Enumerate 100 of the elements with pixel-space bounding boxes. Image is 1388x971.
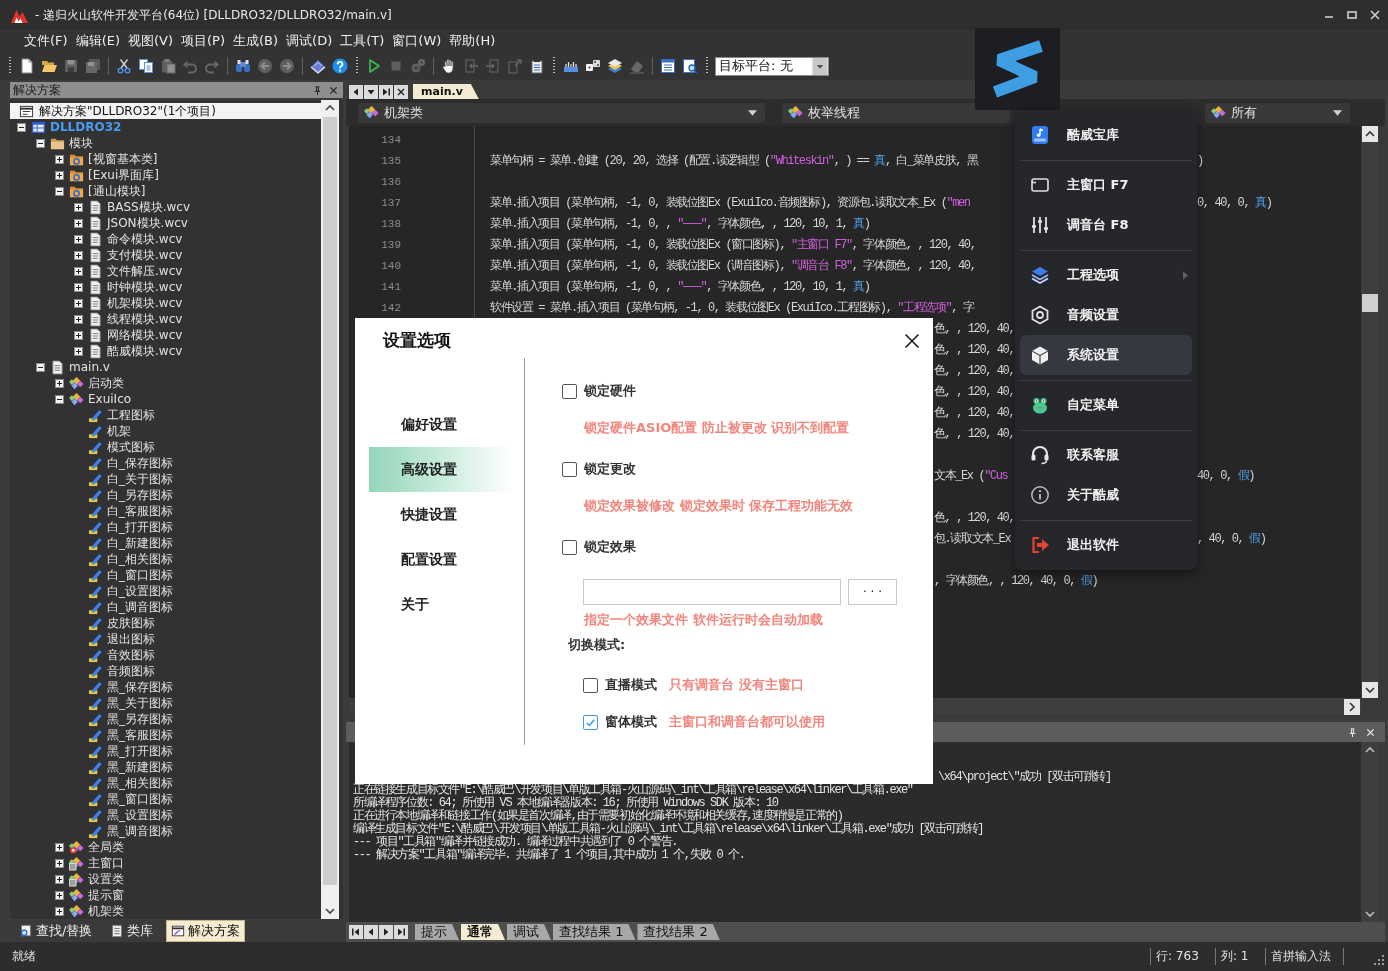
tree-item[interactable]: 启动类 (55, 375, 124, 391)
menu-item[interactable]: 项目(P) (177, 31, 229, 51)
filter-dropdown[interactable]: 所有 (1205, 102, 1350, 123)
panel-tab[interactable]: 类库 (105, 920, 159, 942)
scrollbar[interactable] (1361, 742, 1379, 922)
expander-toggle[interactable] (17, 122, 26, 132)
tree-item[interactable]: 时钟模块.wcv (74, 279, 183, 295)
tree-item[interactable]: 音效图标 (74, 647, 155, 663)
expander-toggle[interactable] (74, 202, 83, 212)
browse-button[interactable]: · · · (848, 579, 897, 605)
tree-item[interactable]: 黑_窗口图标 (74, 791, 173, 807)
output-tab[interactable]: 通常 (461, 924, 505, 940)
expander-toggle[interactable] (74, 250, 83, 260)
class-dropdown[interactable]: 机架类 (358, 102, 765, 123)
tree-item[interactable]: ExuiIco (55, 391, 132, 407)
expander-toggle[interactable] (55, 378, 64, 388)
output-tab[interactable]: 调试 (507, 924, 551, 940)
scrollbar-thumb[interactable] (323, 117, 337, 885)
output-tab[interactable]: 查找结果 1 (553, 924, 636, 940)
tree-item[interactable]: 黑_客服图标 (74, 727, 173, 743)
tree-item[interactable]: DLLDRO32 (17, 119, 122, 135)
hand-icon[interactable] (441, 58, 457, 74)
expander-toggle[interactable] (36, 138, 45, 148)
tree-item[interactable]: 黑_关于图标 (74, 695, 173, 711)
menu-item[interactable]: 音频设置 (1020, 295, 1192, 335)
tree-item[interactable]: 黑_保存图标 (74, 679, 173, 695)
tree-item[interactable]: 命令模块.wcv (74, 231, 183, 247)
nav-item[interactable]: 偏好设置 (369, 402, 512, 447)
tree-item[interactable]: 支付模块.wcv (74, 247, 183, 263)
list-window-icon[interactable] (660, 58, 676, 74)
tree-item[interactable]: 白_新建图标 (74, 535, 173, 551)
scrollbar[interactable] (321, 100, 339, 919)
tree-item[interactable]: 文件解压.wcv (74, 263, 183, 279)
menu-item[interactable]: 调音台 F8 (1020, 205, 1192, 245)
layers-icon[interactable] (607, 58, 623, 74)
scrollbar-thumb[interactable] (1362, 294, 1378, 312)
expander-toggle[interactable] (55, 906, 64, 916)
tree-item[interactable]: 机架类 (55, 903, 124, 919)
tree-item[interactable]: [视窗基本类] (55, 151, 158, 167)
dice-icon[interactable] (585, 58, 601, 74)
menu-item[interactable]: 退出软件 (1020, 525, 1192, 565)
menu-item[interactable]: 编辑(E) (71, 31, 124, 51)
triangle-bar-icon[interactable] (379, 85, 393, 99)
tree-item[interactable]: 白_窗口图标 (74, 567, 173, 583)
expander-toggle[interactable] (74, 282, 83, 292)
panel-tab[interactable]: 解决方案 (166, 920, 246, 942)
book-icon[interactable] (310, 58, 326, 74)
tree-item[interactable]: 黑_相关图标 (74, 775, 173, 791)
expander-toggle[interactable] (55, 394, 64, 404)
expander-toggle[interactable] (55, 186, 64, 196)
menu-item[interactable]: 文件(F) (20, 31, 72, 51)
scrollbar[interactable] (1361, 126, 1379, 698)
checkbox[interactable] (562, 539, 577, 555)
tree-item[interactable]: 黑_调音图标 (74, 823, 173, 839)
tree-item[interactable]: 黑_设置图标 (74, 807, 173, 823)
tree-item[interactable]: 黑_打开图标 (74, 743, 173, 759)
tree-item[interactable]: main.v (36, 359, 110, 375)
maximize-icon[interactable] (1345, 8, 1359, 22)
tree-item[interactable]: 酷威模块.wcv (74, 343, 183, 359)
menu-item[interactable]: 关于酷威 (1020, 475, 1192, 515)
checkbox-label[interactable]: 直播模式 (605, 676, 657, 694)
tree-item[interactable]: 机架模块.wcv (74, 295, 183, 311)
expander-toggle[interactable] (36, 362, 45, 372)
page-icon[interactable] (19, 58, 35, 74)
tree-item[interactable]: 黑_新建图标 (74, 759, 173, 775)
tree-item[interactable]: 白_打开图标 (74, 519, 173, 535)
tree-item[interactable]: 音频图标 (74, 663, 155, 679)
method-dropdown[interactable]: 枚举线程 (782, 102, 1010, 123)
checkbox-label[interactable]: 锁定硬件 (584, 382, 636, 400)
tree-item[interactable]: 全局类 (55, 839, 124, 855)
help-icon[interactable] (332, 58, 348, 74)
tree-item[interactable]: 白_关于图标 (74, 471, 173, 487)
tree-item[interactable]: 提示窗 (55, 887, 124, 903)
file-path-field[interactable] (583, 579, 841, 605)
tree-item[interactable]: 白_设置图标 (74, 583, 173, 599)
play-icon[interactable] (366, 58, 382, 74)
tree-item[interactable]: 白_相关图标 (74, 551, 173, 567)
expander-toggle[interactable] (55, 154, 64, 164)
menu-item[interactable]: 帮助(H) (445, 31, 500, 51)
menu-item[interactable]: 窗口(W) (388, 31, 446, 51)
menu-item[interactable]: 视图(V) (124, 31, 178, 51)
output-tab[interactable]: 查找结果 2 (637, 924, 720, 940)
right-chevron-icon[interactable] (1344, 698, 1360, 715)
resize-grip-icon[interactable] (1373, 954, 1385, 966)
tree-item[interactable]: 黑_另存图标 (74, 711, 173, 727)
checkbox[interactable] (562, 461, 577, 477)
output-tab[interactable]: 提示 (415, 924, 459, 940)
tree-item[interactable]: 白_另存图标 (74, 487, 173, 503)
tree-item[interactable]: 白_保存图标 (74, 455, 173, 471)
menu-item[interactable]: 生成(B) (229, 31, 283, 51)
tree-item[interactable]: 工程图标 (74, 407, 155, 423)
checkbox[interactable] (583, 714, 598, 730)
menu-item[interactable]: 调试(D) (282, 31, 337, 51)
tree-item[interactable]: JSON模块.wcv (74, 215, 188, 231)
menu-item[interactable]: 系统设置 (1020, 335, 1192, 375)
down-chevron-icon[interactable] (1362, 682, 1378, 698)
tree-item[interactable]: 设置类 (55, 871, 124, 887)
expander-toggle[interactable] (74, 298, 83, 308)
menu-item[interactable]: 酷威宝库 (1020, 115, 1192, 155)
tree-item[interactable]: 白_客服图标 (74, 503, 173, 519)
